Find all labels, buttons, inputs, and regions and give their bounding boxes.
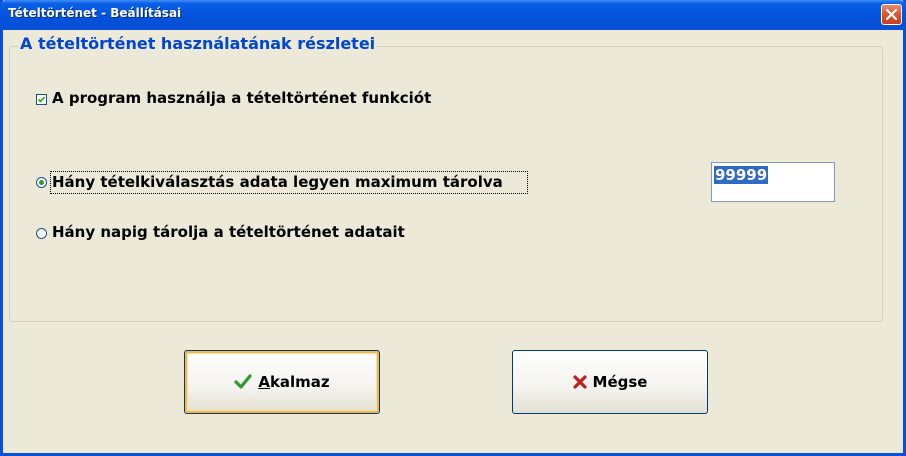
group-title: A tételtörténet használatának részletei: [18, 34, 378, 53]
max-selections-input[interactable]: 99999: [711, 162, 835, 202]
cancel-button-label: Mégse: [592, 373, 648, 391]
days-stored-label[interactable]: Hány napig tárolja a tételtörténet adata…: [52, 223, 405, 241]
checkmark-icon: [38, 96, 45, 103]
max-selections-label[interactable]: Hány tételkiválasztás adata legyen maxim…: [52, 173, 503, 191]
close-icon: [886, 9, 897, 20]
cancel-button[interactable]: Mégse: [512, 350, 708, 414]
x-icon: [572, 375, 587, 389]
title-bar[interactable]: Tételtörténet - Beállításai: [0, 0, 906, 30]
radio-selected-dot: [39, 180, 44, 185]
window-title: Tételtörténet - Beállításai: [8, 6, 182, 20]
use-history-label[interactable]: A program használja a tételtörténet funk…: [52, 89, 431, 107]
max-selections-radio[interactable]: [36, 177, 47, 188]
apply-button-label: Akalmaz: [258, 373, 330, 391]
apply-button[interactable]: Akalmaz: [184, 350, 380, 414]
days-stored-radio[interactable]: [36, 228, 47, 239]
close-button[interactable]: [881, 4, 902, 25]
use-history-checkbox[interactable]: [36, 94, 47, 105]
checkmark-icon: [234, 374, 252, 389]
max-selections-value: 99999: [714, 166, 769, 184]
